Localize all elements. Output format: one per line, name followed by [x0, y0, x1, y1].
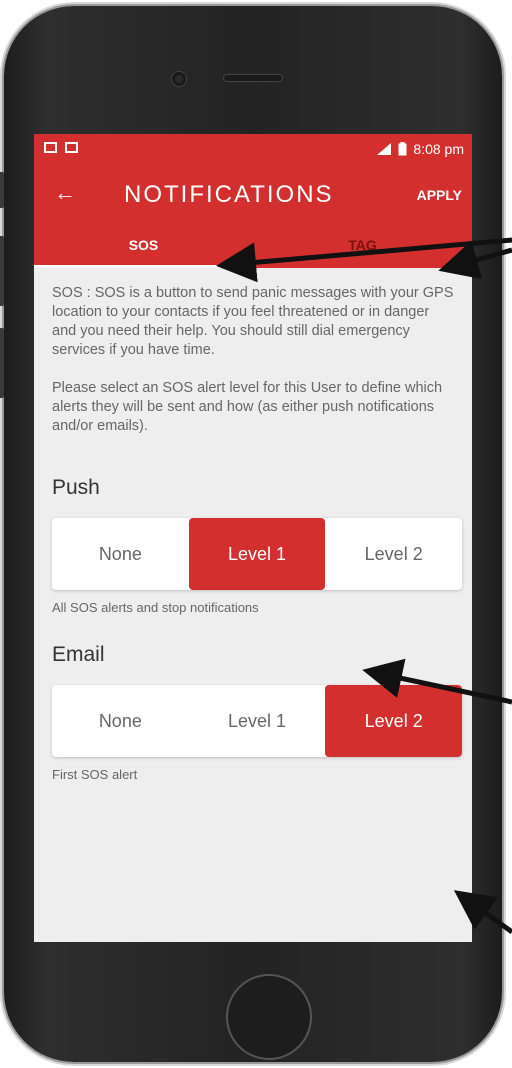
apply-button[interactable]: APPLY	[417, 187, 462, 203]
arrow-left-icon[interactable]: ←	[54, 181, 78, 205]
push-option-level-2[interactable]: Level 2	[325, 518, 462, 590]
email-label: Email	[52, 643, 105, 666]
push-helper-text: All SOS alerts and stop notifications	[52, 600, 259, 615]
email-option-level-1[interactable]: Level 1	[189, 685, 326, 757]
signal-icon	[377, 143, 392, 155]
gallery-icon	[65, 142, 78, 153]
email-level-selector: None Level 1 Level 2	[52, 685, 462, 757]
app-toolbar: ← NOTIFICATIONS APPLY	[34, 166, 472, 222]
email-option-level-2[interactable]: Level 2	[325, 685, 462, 757]
tab-bar: SOS TAG	[34, 222, 472, 268]
description-paragraph: Please select an SOS alert level for thi…	[52, 380, 443, 434]
app-screen: 8:08 pm ← NOTIFICATIONS APPLY SOS TAG SO…	[34, 134, 472, 942]
speaker-grille	[224, 75, 282, 81]
volume-down-button	[0, 328, 4, 398]
push-label: Push	[52, 476, 100, 499]
email-option-none[interactable]: None	[52, 685, 189, 757]
tab-sos[interactable]: SOS	[34, 222, 253, 268]
status-bar: 8:08 pm	[34, 134, 472, 166]
gmail-icon	[44, 142, 57, 153]
push-option-level-1[interactable]: Level 1	[188, 518, 326, 590]
push-option-none[interactable]: None	[52, 518, 189, 590]
description-paragraph: SOS : SOS is a button to send panic mess…	[52, 285, 454, 358]
side-button	[0, 172, 4, 208]
tab-indicator	[34, 265, 253, 268]
home-button[interactable]	[226, 974, 312, 1060]
battery-icon	[398, 142, 407, 156]
email-helper-text: First SOS alert	[52, 767, 138, 782]
tab-tag[interactable]: TAG	[253, 222, 472, 268]
page-title: NOTIFICATIONS	[124, 181, 334, 208]
status-time: 8:08 pm	[413, 141, 464, 157]
camera-icon	[172, 72, 186, 86]
push-level-selector: None Level 1 Level 2	[52, 518, 462, 590]
description: SOS : SOS is a button to send panic mess…	[34, 268, 472, 436]
volume-up-button	[0, 236, 4, 306]
